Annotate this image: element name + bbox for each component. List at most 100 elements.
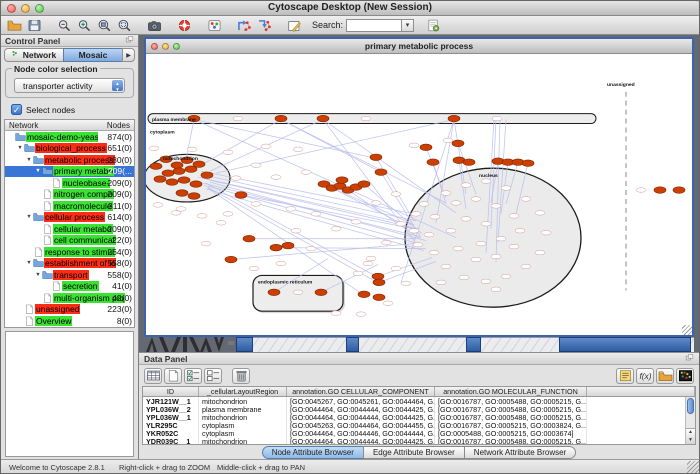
disclosure-triangle[interactable]: ▼ <box>25 214 33 220</box>
node-color-select[interactable]: transporter activity ▲▼ <box>14 78 125 93</box>
network-node[interactable] <box>268 289 280 296</box>
network-node[interactable] <box>282 242 294 249</box>
network-node-label[interactable] <box>515 228 525 233</box>
network-node-label[interactable] <box>286 207 296 212</box>
network-node-label[interactable] <box>311 212 321 217</box>
network-node-label[interactable] <box>424 232 434 237</box>
network-node-label[interactable] <box>201 241 211 246</box>
network-node-label[interactable] <box>331 226 341 231</box>
zoom-fit-button[interactable] <box>115 17 134 34</box>
network-node[interactable] <box>201 172 213 179</box>
network-node-label[interactable] <box>430 215 440 220</box>
network-node[interactable] <box>190 181 202 188</box>
network-node-label[interactable] <box>231 176 241 181</box>
tab-edge-attribute-browser[interactable]: Edge Attribute Browser <box>363 446 465 459</box>
network-node-label[interactable] <box>391 266 401 271</box>
network-node-label[interactable] <box>409 143 419 148</box>
label-notes-button[interactable] <box>616 368 634 384</box>
network-node-label[interactable] <box>216 221 226 226</box>
network-node-label[interactable] <box>251 202 261 207</box>
network-node-label[interactable] <box>501 186 511 191</box>
network-node-label[interactable] <box>306 246 316 251</box>
help-button[interactable] <box>175 17 194 34</box>
tree-row[interactable]: ▼primary metabo209(... <box>5 166 134 178</box>
network-node-label[interactable] <box>481 279 491 284</box>
plugin-button[interactable] <box>424 17 443 34</box>
scrollbar-arrows[interactable]: ▲▼ <box>686 428 695 444</box>
disclosure-triangle[interactable]: ▼ <box>34 272 42 278</box>
network-node-label[interactable] <box>361 116 371 121</box>
network-node-label[interactable] <box>301 170 311 175</box>
network-node[interactable] <box>654 187 666 194</box>
column-header[interactable]: annotation.GO CELLULAR_COMPONENT <box>287 387 435 396</box>
background-window[interactable] <box>236 337 253 352</box>
network-node-label[interactable] <box>366 256 376 261</box>
network-node[interactable] <box>275 115 287 122</box>
network-node[interactable] <box>373 294 385 301</box>
network-node-label[interactable] <box>413 242 423 247</box>
scrollbar-thumb[interactable] <box>687 398 694 414</box>
tree-row[interactable]: macromolecule311(0) <box>5 200 134 212</box>
network-node-label[interactable] <box>249 266 259 271</box>
network-node-label[interactable] <box>271 175 281 180</box>
background-window[interactable] <box>346 337 359 352</box>
network-node[interactable] <box>171 162 183 169</box>
network-node[interactable] <box>448 115 460 122</box>
network-node[interactable] <box>315 289 327 296</box>
network-node-label[interactable] <box>492 116 502 121</box>
network-node[interactable] <box>178 177 190 184</box>
select-attributes-button[interactable] <box>184 368 202 384</box>
network-node[interactable] <box>372 273 384 280</box>
background-window[interactable] <box>691 337 694 352</box>
network-node-label[interactable] <box>149 146 159 151</box>
open-button[interactable] <box>5 17 24 34</box>
network-node[interactable] <box>336 177 348 184</box>
float-panel-icon[interactable] <box>125 35 134 46</box>
network-node-label[interactable] <box>471 257 481 262</box>
unselect-attributes-button[interactable] <box>204 368 222 384</box>
network-node[interactable] <box>188 193 200 200</box>
network-node-label[interactable] <box>441 191 451 196</box>
annotation-button[interactable] <box>285 17 304 34</box>
tree-row[interactable]: ▼cellular process614(0) <box>5 212 134 224</box>
formula-button[interactable]: f(x) <box>636 368 654 384</box>
network-node-label[interactable] <box>481 222 491 227</box>
background-window[interactable] <box>466 337 481 352</box>
tab-network[interactable]: Network <box>4 48 64 62</box>
network-node-label[interactable] <box>461 217 471 222</box>
save-button[interactable] <box>25 17 44 34</box>
more-tabs-button[interactable]: ▶ <box>122 48 135 62</box>
tree-row[interactable]: Overview8(0) <box>5 315 134 327</box>
network-node-label[interactable] <box>233 116 243 121</box>
network-node-label[interactable] <box>509 214 519 219</box>
network-node[interactable] <box>176 190 188 197</box>
network-node-label[interactable] <box>521 197 531 202</box>
tree-row[interactable]: secretion41(0) <box>5 281 134 293</box>
tree-row[interactable]: unassigned223(0) <box>5 304 134 316</box>
network-node[interactable] <box>420 144 432 151</box>
network-node-label[interactable] <box>491 204 501 209</box>
column-header[interactable]: annotation.GO MOLECULAR_FUNCTION <box>435 387 587 396</box>
zoom-in-button[interactable] <box>75 17 94 34</box>
tree-row[interactable]: nitrogen compo209(0) <box>5 189 134 201</box>
float-panel-icon[interactable] <box>685 353 694 364</box>
table-scrollbar[interactable]: ▲▼ <box>685 397 695 444</box>
select-nodes-checkbox[interactable]: ✓ <box>11 104 22 115</box>
import-button[interactable] <box>656 368 674 384</box>
network-node-label[interactable] <box>409 228 419 233</box>
tree-row[interactable]: mosaic-demo-yeast874(0) <box>5 131 134 143</box>
resize-grip[interactable] <box>687 461 699 473</box>
network-node[interactable] <box>522 160 534 167</box>
zoom-selected-button[interactable] <box>95 17 114 34</box>
network-node[interactable] <box>270 244 282 251</box>
delete-attribute-button[interactable] <box>232 368 250 384</box>
vizmapper-button[interactable] <box>205 17 224 34</box>
network-node-label[interactable] <box>535 250 545 255</box>
tab-mosaic[interactable]: Mosaic <box>63 48 123 62</box>
table-row[interactable]: YDR039C__1mitochondrion[GO:0044464, GO:0… <box>143 437 695 445</box>
tree-row[interactable]: nucleobase-209(0) <box>5 177 134 189</box>
network-node-label[interactable] <box>491 287 501 292</box>
minimize-button[interactable] <box>21 4 30 13</box>
disclosure-triangle[interactable]: ▼ <box>25 157 33 163</box>
network-node-label[interactable] <box>436 280 446 285</box>
